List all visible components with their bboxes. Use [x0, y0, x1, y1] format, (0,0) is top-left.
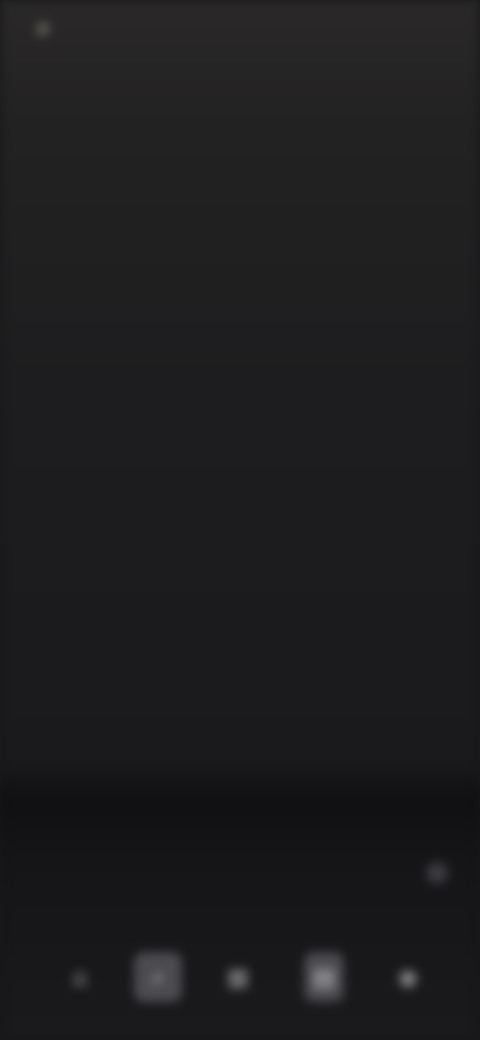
screen: ⌂ ⌕ ▦ ▤ ◉ [0, 0, 480, 1040]
menu-item[interactable] [32, 242, 198, 282]
menu-item[interactable] [32, 662, 314, 702]
search-icon: ⌕ [151, 963, 165, 991]
status-info [340, 22, 444, 40]
grid-icon: ▦ [226, 963, 250, 991]
nav-profile-button[interactable]: ◉ [368, 952, 448, 1002]
profile-icon: ◉ [397, 963, 419, 991]
page-title [200, 74, 280, 100]
nav-library-button[interactable]: ▤ [304, 952, 344, 1002]
menu-item[interactable] [32, 482, 130, 522]
menu-item[interactable] [32, 542, 200, 582]
bottom-nav: ⌂ ⌕ ▦ ▤ ◉ [0, 944, 480, 1014]
app-logo-icon [36, 22, 50, 36]
library-icon: ▤ [312, 963, 336, 991]
panel-toggle[interactable] [426, 862, 448, 884]
menu-item[interactable] [32, 422, 186, 462]
menu-item[interactable] [32, 302, 208, 342]
nav-search-button[interactable]: ⌕ [134, 952, 182, 1002]
menu-item[interactable] [32, 722, 200, 762]
menu-item[interactable] [32, 182, 218, 222]
menu-item[interactable] [32, 362, 188, 402]
menu-item[interactable] [32, 602, 190, 642]
nav-grid-button[interactable]: ▦ [216, 952, 260, 1002]
home-icon: ⌂ [72, 963, 88, 991]
panel-label [30, 856, 130, 888]
app-name [66, 18, 138, 40]
status-bar [0, 0, 480, 60]
nav-home-button[interactable]: ⌂ [58, 952, 102, 1002]
section-link[interactable] [34, 800, 224, 836]
panel-sublabel [36, 916, 156, 940]
menu-item[interactable] [32, 128, 200, 168]
